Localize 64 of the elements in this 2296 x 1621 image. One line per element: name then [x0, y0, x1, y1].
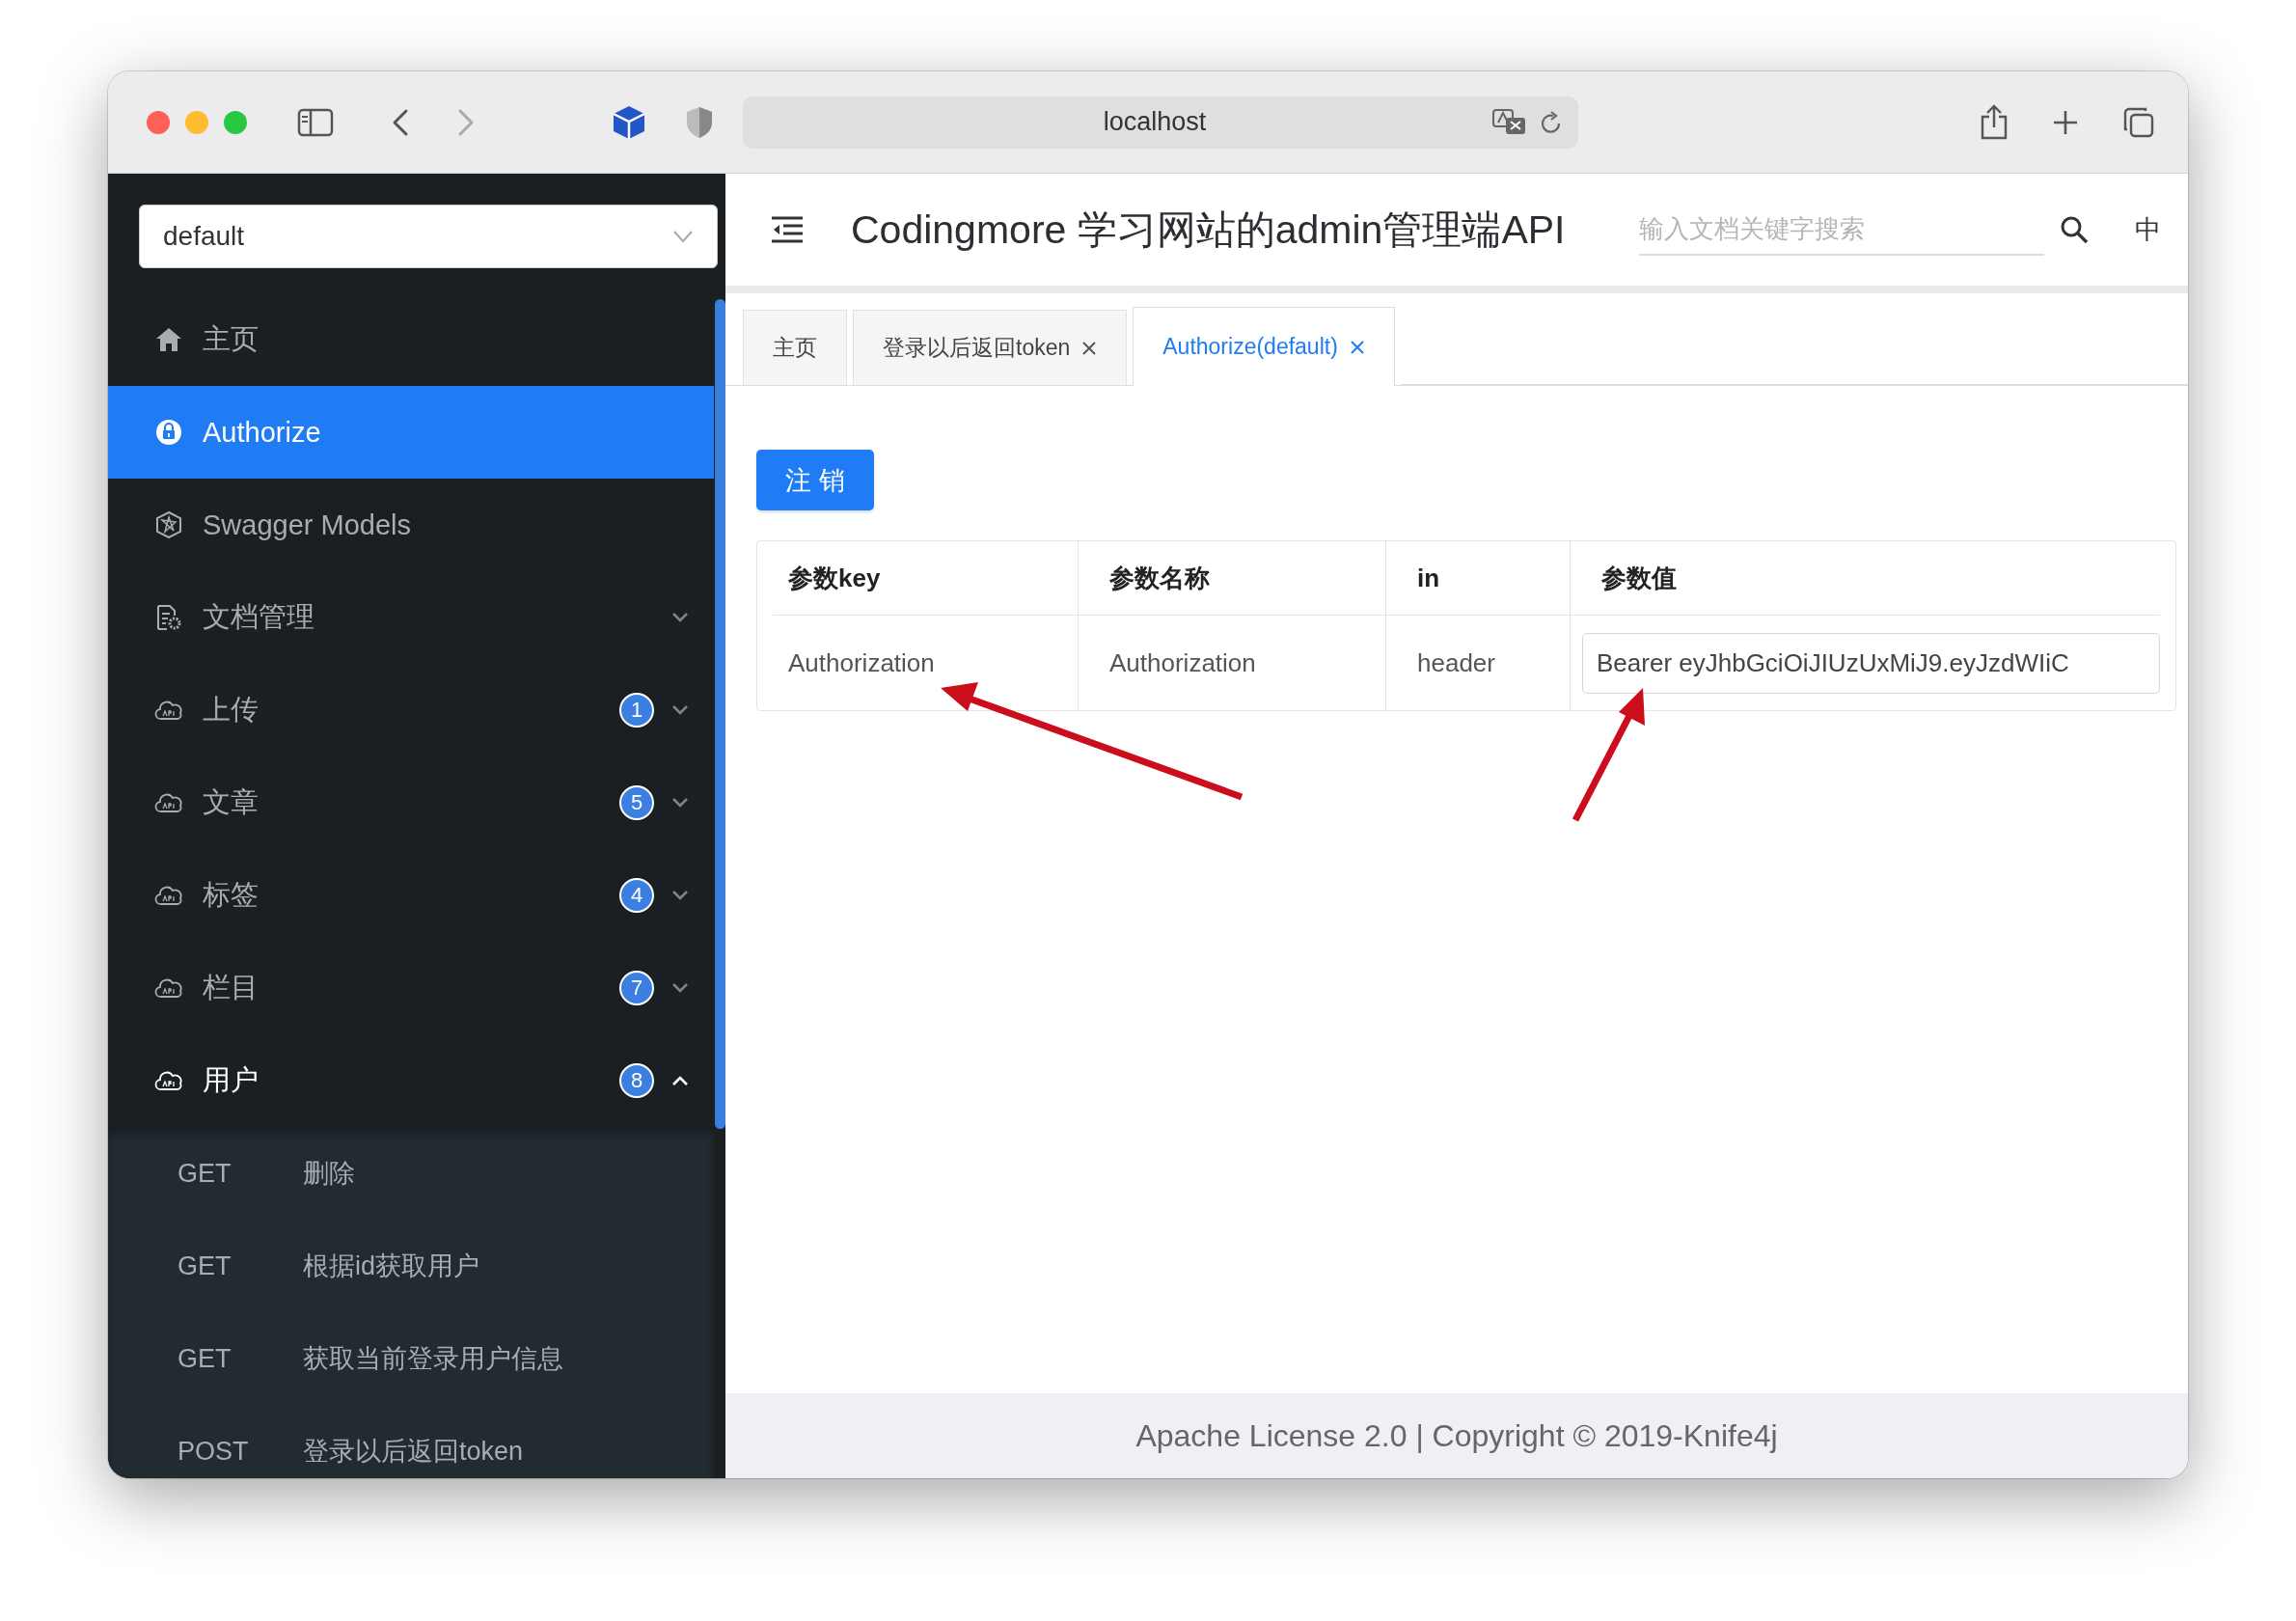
page-title: Codingmore 学习网站的admin管理端API: [851, 206, 1566, 254]
tabs-overview-icon[interactable]: [2122, 105, 2155, 139]
api-cloud-icon: [154, 792, 183, 813]
logout-button[interactable]: 注 销: [756, 450, 874, 510]
tab[interactable]: Authorize(default): [1133, 307, 1395, 386]
endpoint-item[interactable]: GET 根据id获取用户: [108, 1220, 714, 1312]
sidebar-item[interactable]: 标签 4: [108, 849, 714, 942]
footer-text: Apache License 2.0 | Copyright © 2019-Knife4j: [1135, 1417, 1778, 1454]
count-badge: 5: [619, 785, 654, 820]
column-header: 参数值: [1600, 562, 1678, 594]
translate-icon[interactable]: [1491, 107, 1528, 137]
chevron-icon: [671, 1075, 689, 1086]
api-cloud-icon: [154, 977, 183, 999]
api-cloud-icon: [154, 700, 183, 721]
tab[interactable]: 主页: [743, 310, 847, 385]
sidebar-item[interactable]: Authorize: [108, 386, 714, 479]
sidebar-item[interactable]: Swagger Models: [108, 479, 714, 571]
group-select[interactable]: default: [139, 205, 718, 268]
shield-icon[interactable]: [685, 104, 714, 140]
close-icon[interactable]: [1081, 340, 1098, 356]
home-icon: [155, 327, 182, 352]
column-header: 参数名称: [1079, 541, 1386, 615]
document-settings-icon: [155, 604, 182, 631]
endpoint-item[interactable]: POST 登录以后返回token: [108, 1405, 714, 1478]
count-badge: 7: [619, 971, 654, 1005]
chevron-icon: [671, 890, 689, 901]
back-icon[interactable]: [392, 107, 409, 137]
sidebar-item[interactable]: 用户 8: [108, 1034, 714, 1127]
dropdown-caret-icon: [672, 230, 694, 243]
reload-icon[interactable]: [1540, 109, 1563, 135]
lock-icon: [155, 419, 182, 446]
count-badge: 8: [619, 1063, 654, 1098]
chevron-icon: [671, 704, 689, 716]
chevron-icon: [671, 982, 689, 994]
table-cell: Authorization: [1079, 616, 1386, 710]
address-bar[interactable]: localhost: [743, 96, 1578, 149]
sidebar-item[interactable]: 上传 1: [108, 664, 714, 756]
models-icon: [155, 511, 182, 538]
search-field[interactable]: 输入文档关键字搜索: [1639, 204, 2044, 256]
value-input[interactable]: Bearer eyJhbGciOiJIUzUxMiJ9.eyJzdWIiC: [1582, 632, 2160, 694]
count-badge: 4: [619, 878, 654, 913]
endpoint-item[interactable]: GET 获取当前登录用户信息: [108, 1312, 714, 1405]
close-icon[interactable]: [1349, 339, 1365, 355]
search-icon[interactable]: [2060, 215, 2089, 244]
column-header: 参数key: [773, 541, 1079, 615]
share-icon[interactable]: [1980, 103, 2009, 141]
sidebar-item[interactable]: 主页: [108, 293, 714, 386]
api-cloud-icon: [154, 1070, 183, 1091]
sidebar-item[interactable]: 文章 5: [108, 756, 714, 849]
api-cloud-icon: [154, 885, 183, 906]
tab[interactable]: 登录以后返回token: [853, 310, 1128, 385]
close-window-button[interactable]: [147, 110, 170, 134]
sidebar-item[interactable]: 文档管理: [108, 571, 714, 664]
menu-icon[interactable]: [770, 215, 805, 244]
sidebar-item[interactable]: 栏目 7: [108, 942, 714, 1034]
table-cell: header: [1386, 616, 1571, 710]
endpoint-item[interactable]: GET 删除: [108, 1127, 714, 1220]
count-badge: 1: [619, 693, 654, 728]
cube-icon[interactable]: [612, 103, 646, 141]
chevron-icon: [671, 797, 689, 809]
column-header: in: [1386, 541, 1571, 615]
chevron-icon: [671, 612, 689, 623]
sidebar-toggle-icon[interactable]: [297, 107, 334, 137]
language-button[interactable]: 中: [2135, 212, 2161, 247]
